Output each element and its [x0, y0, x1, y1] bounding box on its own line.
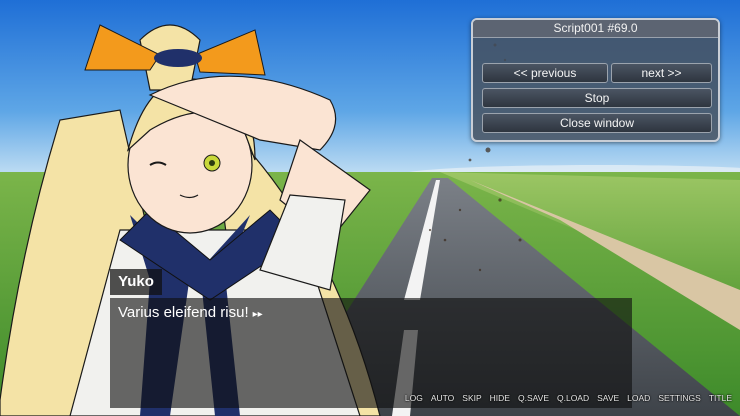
- game-scene: Script001 #69.0 << previous next >> Stop…: [0, 0, 740, 416]
- quick-menu-save[interactable]: SAVE: [597, 393, 619, 403]
- quick-menu-hide[interactable]: HIDE: [490, 393, 510, 403]
- quick-menu-skip[interactable]: SKIP: [462, 393, 481, 403]
- quick-menu-quick-save[interactable]: Q.SAVE: [518, 393, 549, 403]
- close-window-button[interactable]: Close window: [482, 113, 712, 133]
- quick-menu-quick-load[interactable]: Q.LOAD: [557, 393, 589, 403]
- debug-window-title: Script001 #69.0: [473, 20, 718, 38]
- dialogue-text: Varius eleifend risu!: [118, 304, 249, 321]
- quick-menu-auto[interactable]: AUTO: [431, 393, 454, 403]
- quick-menu-title[interactable]: TITLE: [709, 393, 732, 403]
- continue-arrow-icon: ▸▸: [252, 309, 263, 320]
- quick-menu-load[interactable]: LOAD: [627, 393, 650, 403]
- quick-menu-log[interactable]: LOG: [405, 393, 423, 403]
- dialogue-box[interactable]: Varius eleifend risu! ▸▸: [110, 298, 632, 408]
- quick-menu-settings[interactable]: SETTINGS: [658, 393, 701, 403]
- speaker-name: Yuko: [118, 273, 154, 290]
- speaker-name-box: Yuko: [110, 269, 162, 295]
- next-button[interactable]: next >>: [611, 63, 712, 83]
- dialogue-text-line: Varius eleifend risu! ▸▸: [118, 304, 263, 321]
- script-debug-window: Script001 #69.0 << previous next >> Stop…: [471, 18, 720, 142]
- stop-button[interactable]: Stop: [482, 88, 712, 108]
- quick-menu: LOG AUTO SKIP HIDE Q.SAVE Q.LOAD SAVE LO…: [405, 393, 732, 403]
- previous-button[interactable]: << previous: [482, 63, 608, 83]
